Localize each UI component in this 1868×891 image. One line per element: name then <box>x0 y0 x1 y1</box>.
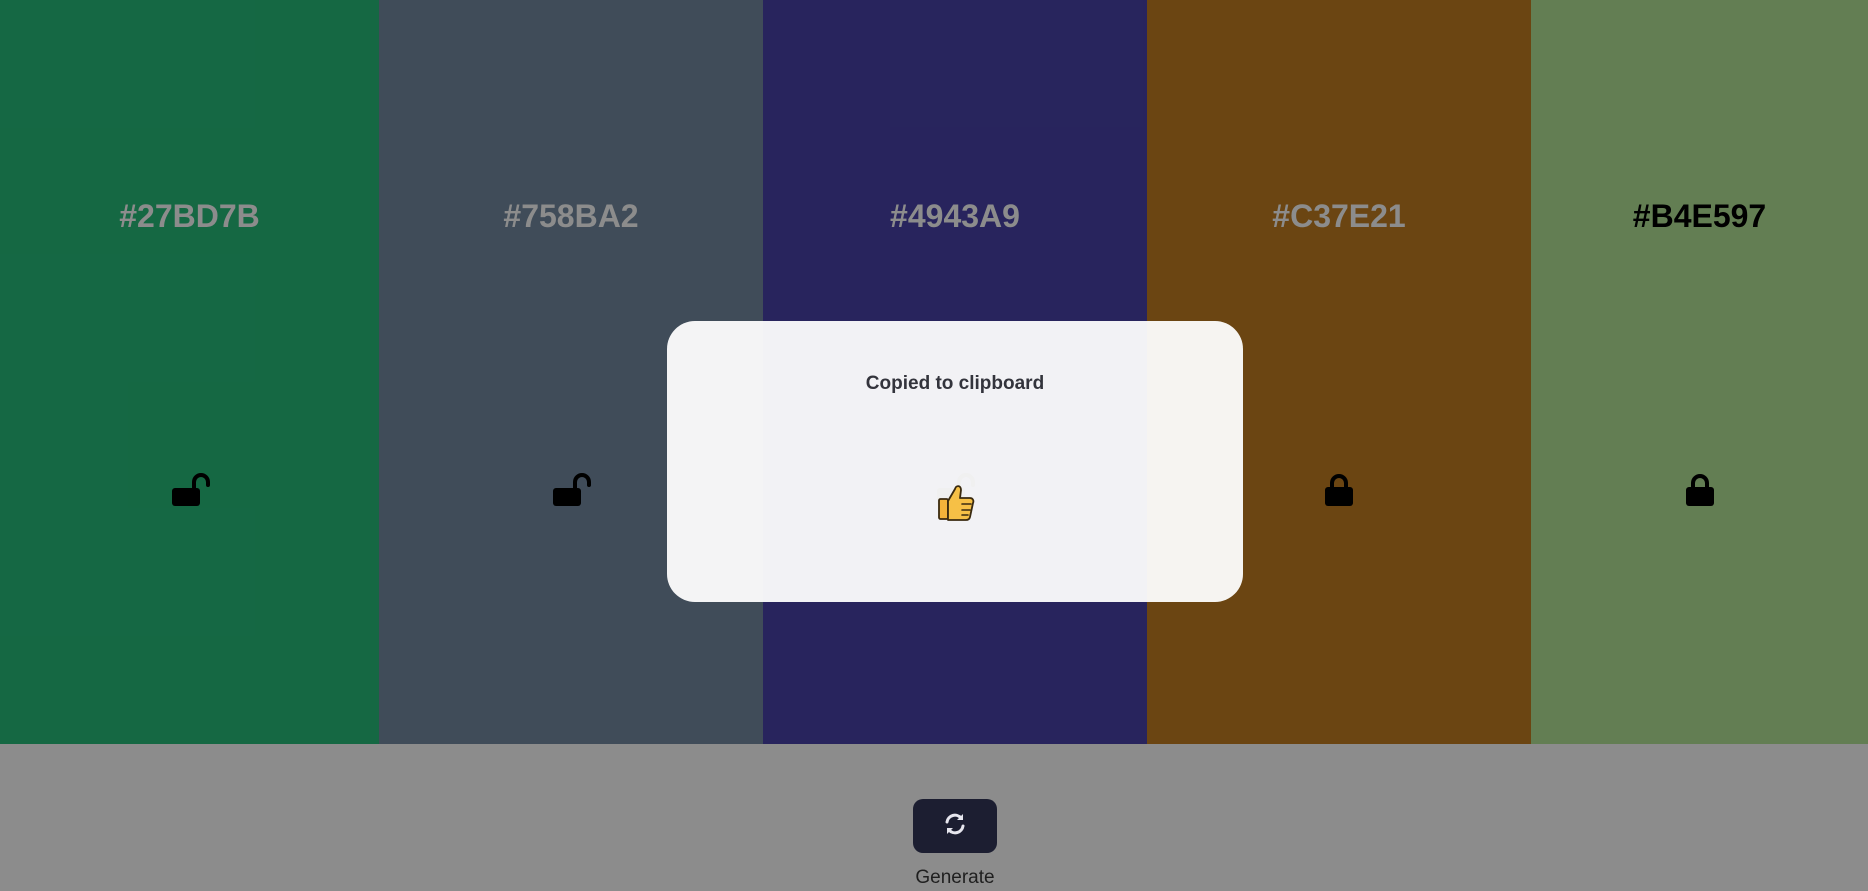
toast-message: Copied to clipboard <box>865 373 1045 394</box>
generate-label: Generate <box>915 867 995 888</box>
copied-toast: Copied to clipboard <box>667 321 1243 602</box>
generate-button[interactable] <box>913 799 997 853</box>
refresh-icon <box>942 811 968 842</box>
thumbs-up-icon <box>937 481 975 523</box>
